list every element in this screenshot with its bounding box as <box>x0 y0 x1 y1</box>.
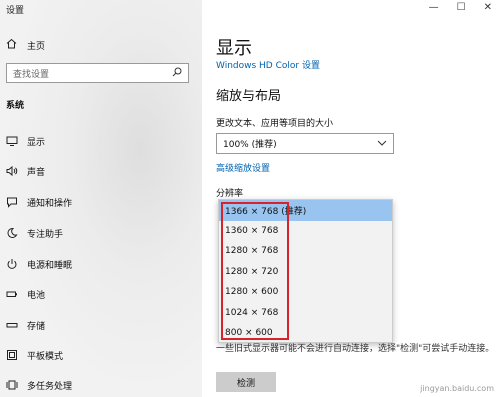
sidebar-item-label: 通知和操作 <box>27 198 73 209</box>
hd-color-settings-link[interactable]: Windows HD Color 设置 <box>216 58 320 71</box>
search-icon[interactable] <box>172 67 182 80</box>
speaker-icon <box>6 165 18 177</box>
sidebar-item-battery[interactable]: 电池 <box>6 286 196 302</box>
main-content: — ☐ ✕ 显示 Windows HD Color 设置 缩放与布局 更改文本、… <box>202 0 500 397</box>
window-title: 设置 <box>6 6 25 16</box>
sidebar-item-label: 电池 <box>27 290 46 301</box>
scale-value: 100% (推荐) <box>223 140 277 150</box>
resolution-label: 分辨率 <box>216 189 244 199</box>
resolution-option[interactable]: 1360 × 768 <box>219 221 392 242</box>
scale-layout-heading: 缩放与布局 <box>216 89 282 104</box>
sidebar-item-label: 显示 <box>27 137 46 148</box>
scale-dropdown[interactable]: 100% (推荐) <box>216 133 394 154</box>
scale-description: 更改文本、应用等项目的大小 <box>216 119 334 129</box>
notification-icon <box>6 196 18 208</box>
minimize-button[interactable]: — <box>429 2 439 13</box>
sidebar-item-display[interactable]: 显示 <box>6 133 196 149</box>
sidebar-item-label: 多任务处理 <box>27 381 73 392</box>
sidebar-item-label: 声音 <box>27 167 46 178</box>
moon-icon <box>6 227 18 239</box>
watermark: jingyan.baidu.com <box>420 384 494 393</box>
tablet-icon <box>6 349 18 361</box>
sidebar-item-notifications[interactable]: 通知和操作 <box>6 194 196 210</box>
resolution-dropdown-list[interactable]: 1366 × 768 (推荐) 1360 × 768 1280 × 768 12… <box>218 199 393 343</box>
detect-help-text: 一些旧式显示器可能不会进行自动连接，选择"检测"可尝试手动连接。 <box>216 344 495 354</box>
battery-icon <box>6 288 18 300</box>
sidebar-item-sound[interactable]: 声音 <box>6 163 196 179</box>
window-controls: — ☐ ✕ <box>429 2 492 13</box>
multitask-icon <box>6 379 18 391</box>
close-button[interactable]: ✕ <box>484 2 492 13</box>
page-title: 显示 <box>216 38 252 59</box>
home-icon <box>6 38 17 52</box>
home-nav-item[interactable]: 主页 <box>6 38 45 52</box>
sidebar-item-multitasking[interactable]: 多任务处理 <box>6 377 196 393</box>
sidebar-item-tablet-mode[interactable]: 平板模式 <box>6 347 196 363</box>
sidebar-item-label: 电源和睡眠 <box>27 260 73 271</box>
storage-icon <box>6 319 18 331</box>
sidebar-item-label: 专注助手 <box>27 229 64 240</box>
section-label-system: 系统 <box>6 101 25 111</box>
detect-button[interactable]: 检测 <box>216 372 276 392</box>
chevron-down-icon <box>377 139 387 149</box>
maximize-button[interactable]: ☐ <box>457 2 466 13</box>
search-placeholder: 查找设置 <box>13 69 50 80</box>
sidebar-item-label: 存储 <box>27 321 46 332</box>
resolution-option[interactable]: 1280 × 768 <box>219 241 392 262</box>
sidebar-item-label: 平板模式 <box>27 351 64 362</box>
search-input[interactable]: 查找设置 <box>6 63 189 83</box>
sidebar-item-focus-assist[interactable]: 专注助手 <box>6 225 196 241</box>
sidebar-item-power-sleep[interactable]: 电源和睡眠 <box>6 256 196 272</box>
resolution-option[interactable]: 1024 × 768 <box>219 303 392 324</box>
resolution-option[interactable]: 1280 × 600 <box>219 282 392 303</box>
monitor-icon <box>6 135 18 147</box>
sidebar-item-storage[interactable]: 存储 <box>6 317 196 333</box>
resolution-option[interactable]: 1280 × 720 <box>219 262 392 283</box>
resolution-option[interactable]: 800 × 600 <box>219 323 392 344</box>
power-icon <box>6 258 18 270</box>
sidebar: 设置 主页 查找设置 系统 显示 声音 通知和操作 专注助手 电源和睡眠 电池 <box>0 0 202 397</box>
home-label: 主页 <box>27 41 46 52</box>
resolution-option[interactable]: 1366 × 768 (推荐) <box>219 200 392 221</box>
advanced-scaling-link[interactable]: 高级缩放设置 <box>216 161 270 174</box>
